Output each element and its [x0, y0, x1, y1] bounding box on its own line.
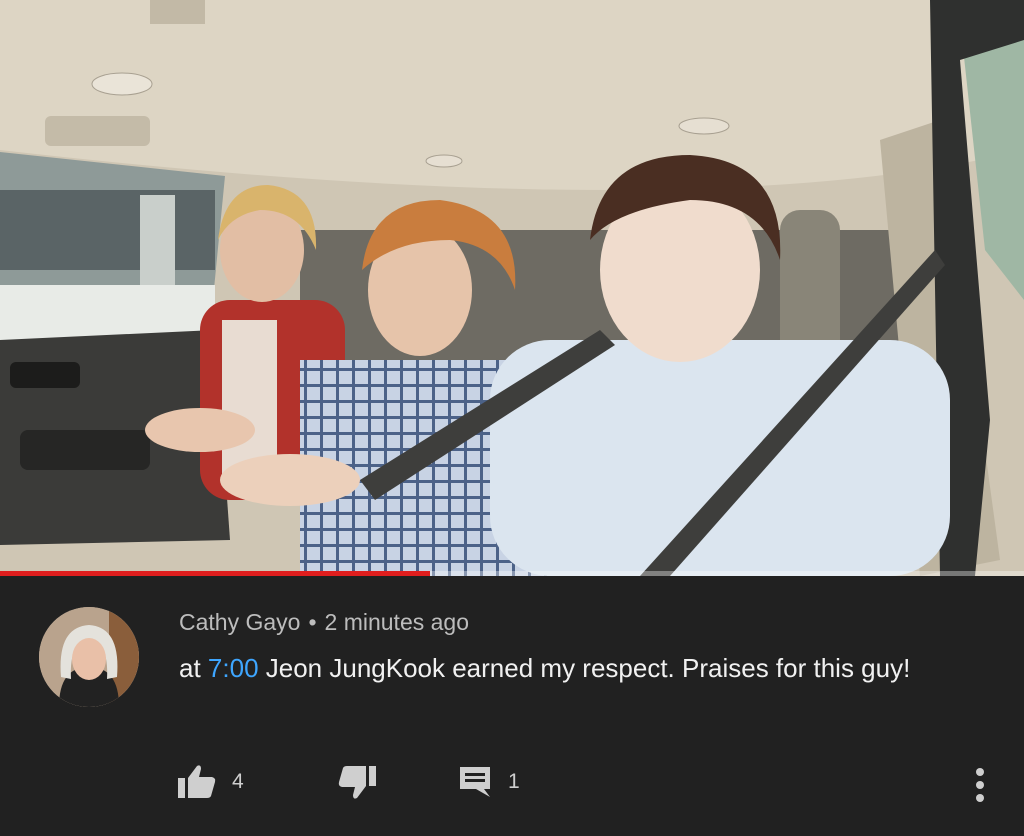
like-button[interactable]: 4: [178, 760, 244, 804]
like-count: 4: [232, 770, 244, 793]
comment-text-prefix: at: [179, 653, 208, 683]
meta-separator: •: [308, 609, 317, 635]
comment-text: at 7:00 Jeon JungKook earned my respect.…: [179, 646, 979, 691]
reply-count: 1: [508, 770, 520, 793]
comment-author[interactable]: Cathy Gayo: [179, 609, 300, 635]
reply-button[interactable]: 1: [458, 760, 520, 804]
more-options-button[interactable]: [966, 764, 994, 808]
avatar[interactable]: [39, 607, 139, 707]
comment-meta: Cathy Gayo • 2 minutes ago: [179, 609, 469, 636]
more-vert-icon: [976, 768, 984, 802]
video-frame: [0, 0, 1024, 576]
comment-time: 2 minutes ago: [324, 609, 469, 635]
comment-icon: [460, 767, 490, 797]
thumbs-down-icon: [338, 766, 376, 799]
comment-text-body: Jeon JungKook earned my respect. Praises…: [258, 653, 911, 683]
video-player[interactable]: [0, 0, 1024, 576]
thumbs-up-icon: [178, 765, 216, 798]
timestamp-link[interactable]: 7:00: [208, 653, 259, 683]
dislike-button[interactable]: [338, 760, 376, 804]
